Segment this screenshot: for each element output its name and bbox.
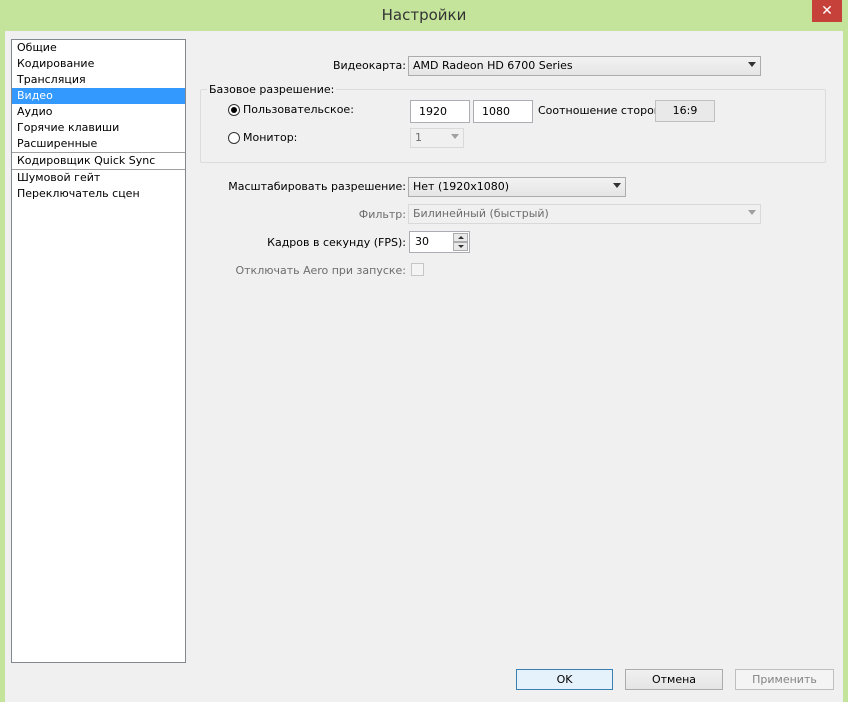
chevron-down-icon [748, 62, 756, 67]
filter-label: Фильтр: [358, 208, 406, 221]
chevron-down-icon [748, 210, 756, 215]
scale-resolution-label: Масштабировать разрешение: [228, 180, 406, 193]
sidebar-item-encoding[interactable]: Кодирование [12, 56, 185, 72]
disable-aero-checkbox[interactable] [411, 263, 424, 276]
aspect-ratio-value: 16:9 [655, 100, 715, 122]
apply-button[interactable]: Применить [735, 669, 834, 690]
width-input[interactable]: 1920 [410, 100, 470, 123]
fps-decrement-button[interactable] [453, 242, 468, 251]
sidebar-item-quick-sync[interactable]: Кодировщик Quick Sync [12, 152, 185, 169]
close-button[interactable]: ✕ [812, 0, 842, 22]
base-resolution-title: Базовое разрешение: [207, 83, 337, 96]
sidebar-item-scene-switcher[interactable]: Переключатель сцен [12, 186, 185, 202]
monitor-label: Монитор: [243, 131, 298, 144]
disable-aero-label: Отключать Aero при запуске: [235, 264, 406, 277]
settings-category-list[interactable]: Общие Кодирование Трансляция Видео Аудио… [11, 39, 186, 663]
sidebar-item-general[interactable]: Общие [12, 40, 185, 56]
custom-resolution-label: Пользовательское: [243, 103, 354, 116]
chevron-down-icon [613, 183, 621, 188]
fps-increment-button[interactable] [453, 233, 468, 242]
sidebar-item-broadcast[interactable]: Трансляция [12, 72, 185, 88]
monitor-dropdown[interactable]: 1 [410, 128, 464, 148]
ok-button[interactable]: OK [516, 669, 613, 690]
fps-label: Кадров в секунду (FPS): [267, 236, 406, 249]
scale-resolution-dropdown[interactable]: Нет (1920x1080) [408, 177, 626, 197]
sidebar-item-advanced[interactable]: Расширенные [12, 136, 185, 152]
height-input[interactable]: 1080 [473, 100, 533, 123]
custom-resolution-radio[interactable] [228, 104, 240, 116]
sidebar-item-hotkeys[interactable]: Горячие клавиши [12, 120, 185, 136]
gpu-dropdown-value: AMD Radeon HD 6700 Series [413, 59, 573, 72]
fps-stepper[interactable]: 30 [409, 231, 470, 253]
scale-resolution-value: Нет (1920x1080) [413, 180, 510, 193]
filter-dropdown[interactable]: Билинейный (быстрый) [408, 204, 761, 224]
window-title: Настройки [381, 6, 467, 24]
monitor-radio[interactable] [228, 132, 240, 144]
aspect-ratio-label: Соотношение сторон: [538, 104, 665, 117]
monitor-dropdown-value: 1 [415, 131, 422, 144]
chevron-down-icon [451, 134, 459, 139]
sidebar-item-audio[interactable]: Аудио [12, 104, 185, 120]
cancel-button[interactable]: Отмена [625, 669, 723, 690]
window-frame-right [843, 31, 848, 702]
gpu-dropdown[interactable]: AMD Radeon HD 6700 Series [408, 56, 761, 76]
sidebar-item-noise-gate[interactable]: Шумовой гейт [12, 169, 185, 186]
gpu-label: Видеокарта: [332, 59, 406, 72]
sidebar-item-video[interactable]: Видео [12, 88, 185, 104]
fps-value: 30 [415, 235, 429, 248]
filter-dropdown-value: Билинейный (быстрый) [413, 207, 549, 220]
